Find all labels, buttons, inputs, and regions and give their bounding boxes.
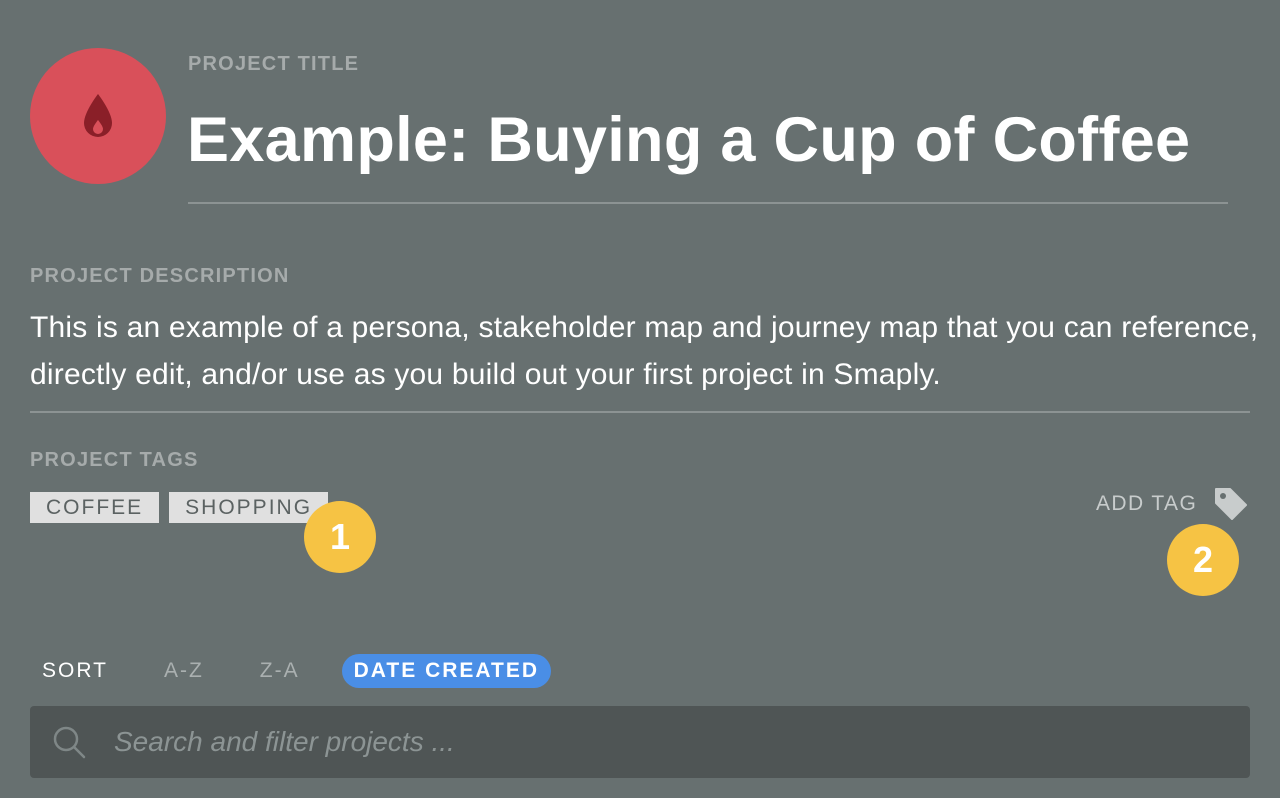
tag-icon xyxy=(1215,488,1248,520)
sort-option-z-a[interactable]: Z-A xyxy=(260,659,300,683)
tag-coffee[interactable]: COFFEE xyxy=(30,492,160,523)
description-divider xyxy=(30,411,1250,413)
project-title-label: PROJECT TITLE xyxy=(188,53,360,75)
project-description-label: PROJECT DESCRIPTION xyxy=(30,265,290,287)
callout-badge-1: 1 xyxy=(304,501,376,573)
sort-option-date-created[interactable]: DATE CREATED xyxy=(341,654,552,688)
sort-label: SORT xyxy=(42,659,108,682)
drop-icon xyxy=(84,94,112,137)
sort-bar: SORT A-Z Z-A DATE CREATED xyxy=(30,654,552,688)
project-description[interactable]: This is an example of a persona, stakeho… xyxy=(30,304,1270,398)
search-input[interactable] xyxy=(112,705,1250,779)
search-icon xyxy=(52,725,86,759)
add-tag-button[interactable]: ADD TAG xyxy=(1096,486,1249,522)
project-tags-label: PROJECT TAGS xyxy=(30,449,199,471)
project-title[interactable]: Example: Buying a Cup of Coffee xyxy=(187,104,1190,176)
tag-shopping[interactable]: SHOPPING xyxy=(169,492,329,523)
callout-badge-2: 2 xyxy=(1167,524,1239,596)
add-tag-label: ADD TAG xyxy=(1096,492,1198,515)
sort-option-a-z[interactable]: A-Z xyxy=(164,659,204,683)
search-bar xyxy=(30,705,1250,779)
title-divider xyxy=(188,202,1228,204)
tag-list: COFFEE SHOPPING xyxy=(30,492,329,523)
project-avatar xyxy=(30,48,166,184)
